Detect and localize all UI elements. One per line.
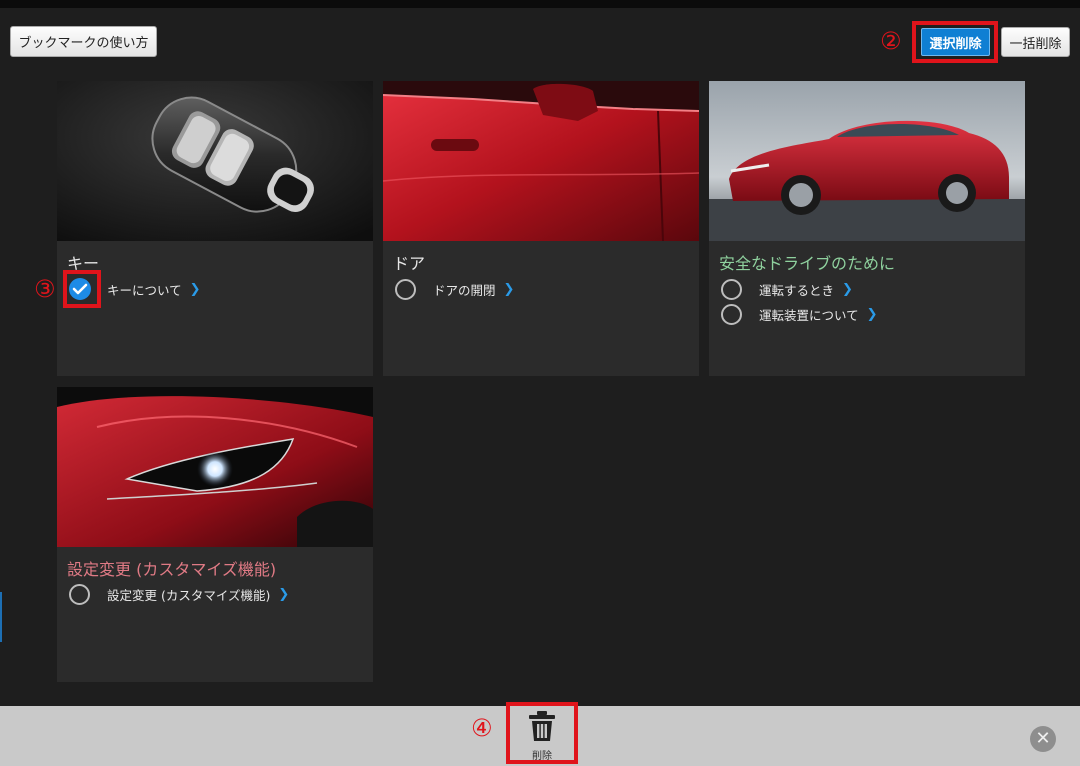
card-title: 安全なドライブのために bbox=[719, 254, 896, 273]
step-marker-4: ④ bbox=[471, 714, 493, 742]
bookmark-item[interactable]: 設定変更 (カスタマイズ機能) ❯ bbox=[69, 582, 289, 606]
unchecked-checkbox-icon[interactable] bbox=[721, 278, 742, 300]
unchecked-checkbox-icon[interactable] bbox=[721, 303, 742, 325]
bookmark-card-settings: 設定変更 (カスタマイズ機能) 設定変更 (カスタマイズ機能) ❯ bbox=[57, 387, 373, 682]
card-title: 設定変更 (カスタマイズ機能) bbox=[67, 560, 277, 579]
chevron-right-icon: ❯ bbox=[866, 306, 878, 322]
unchecked-checkbox-icon[interactable] bbox=[395, 278, 416, 300]
bookmark-card-door: ドア ドアの開閉 ❯ bbox=[383, 81, 699, 376]
bookmark-item[interactable]: 運転装置について ❯ bbox=[721, 302, 878, 326]
chevron-right-icon: ❯ bbox=[278, 586, 290, 602]
bookmark-item-label[interactable]: 設定変更 (カスタマイズ機能) bbox=[107, 585, 270, 604]
close-icon[interactable]: ✕ bbox=[1030, 726, 1056, 752]
bookmark-item-label[interactable]: 運転するとき bbox=[759, 280, 834, 299]
bookmark-item-label[interactable]: ドアの開閉 bbox=[433, 280, 496, 299]
scroll-indicator bbox=[0, 592, 2, 642]
chevron-right-icon: ❯ bbox=[189, 281, 201, 297]
red-sedan-photo bbox=[709, 81, 1025, 241]
highlight-delete-button bbox=[506, 702, 578, 764]
bookmark-card-safe-driving: 安全なドライブのために 運転するとき ❯ 運転装置について ❯ bbox=[709, 81, 1025, 376]
card-title: ドア bbox=[393, 254, 426, 273]
headlight-photo bbox=[57, 387, 373, 547]
bookmark-card-key: キー キーについて ❯ bbox=[57, 81, 373, 376]
bookmark-item-label[interactable]: キーについて bbox=[107, 280, 182, 299]
bookmark-item-label[interactable]: 運転装置について bbox=[759, 305, 859, 324]
unchecked-checkbox-icon[interactable] bbox=[69, 583, 90, 605]
bookmark-item[interactable]: ドアの開閉 ❯ bbox=[395, 277, 514, 301]
chevron-right-icon: ❯ bbox=[842, 281, 853, 297]
highlight-select-delete bbox=[912, 21, 998, 63]
bookmark-item[interactable]: 運転するとき ❯ bbox=[721, 277, 853, 301]
step-marker-2: ② bbox=[880, 27, 902, 55]
chevron-right-icon: ❯ bbox=[503, 281, 515, 297]
smart-key-photo bbox=[57, 81, 373, 241]
step-marker-3: ③ bbox=[34, 275, 56, 303]
highlight-checkbox bbox=[63, 270, 101, 308]
bulk-delete-button[interactable]: 一括削除 bbox=[1001, 27, 1070, 57]
car-door-photo bbox=[383, 81, 699, 241]
top-strip bbox=[0, 0, 1080, 8]
bookmark-howto-button[interactable]: ブックマークの使い方 bbox=[10, 26, 157, 57]
